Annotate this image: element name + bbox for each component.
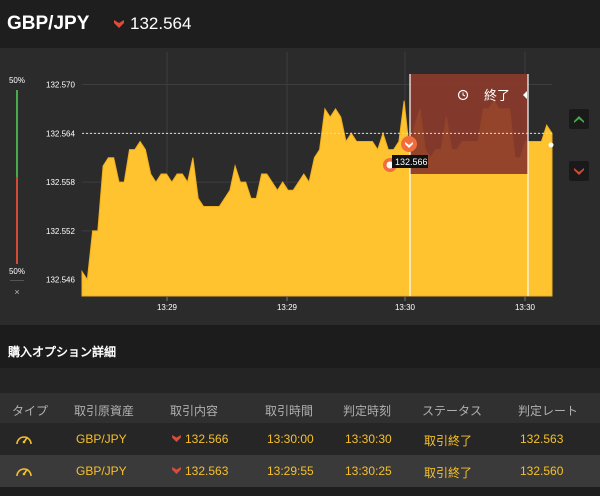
pair-title: GBP/JPY	[7, 13, 90, 34]
row-content: 132.566	[185, 432, 229, 446]
col-judge-time: 判定時刻	[343, 404, 392, 418]
x-tick-label: 13:29	[157, 303, 178, 312]
down-arrow-icon	[172, 435, 181, 442]
row-asset: GBP/JPY	[76, 432, 127, 446]
col-type: タイプ	[12, 404, 49, 418]
current-rate-dot	[548, 142, 554, 148]
row-content: 132.563	[185, 464, 229, 478]
x-tick-label: 13:30	[395, 303, 416, 312]
col-trade-time: 取引時間	[265, 404, 314, 418]
row-trade-time: 13:29:55	[267, 464, 314, 478]
rate-chart: 終了 132.570 132.564 132.558 132.552 132.546 1…	[46, 52, 554, 312]
gauge-icon	[16, 436, 32, 445]
up-arrow-icon	[574, 116, 584, 123]
row-judge-time: 13:30:30	[345, 432, 392, 446]
table-row[interactable]: GBP/JPY 132.566 13:30:00 13:30:30 取引終了 1…	[0, 423, 600, 455]
current-rate: 132.564	[130, 14, 192, 33]
y-tick-label: 132.546	[46, 276, 75, 285]
x-tick-label: 13:30	[515, 303, 536, 312]
y-axis-ticks: 132.570 132.564 132.558 132.552 132.546	[46, 81, 75, 285]
row-judge-rate: 132.560	[520, 464, 564, 478]
marker-rate-label: 132.566	[395, 157, 428, 167]
section-title: 購入オプション詳細	[8, 345, 117, 359]
down-arrow-icon	[574, 168, 584, 175]
col-judge-rate: 判定レート	[518, 404, 579, 418]
table-header: タイプ 取引原資産 取引内容 取引時間 判定時刻 ステータス 判定レート	[0, 393, 600, 423]
y-tick-label: 132.558	[46, 178, 75, 187]
down-arrow-icon	[172, 467, 181, 474]
row-status: 取引終了	[424, 466, 473, 480]
row-judge-rate: 132.563	[520, 432, 564, 446]
row-asset: GBP/JPY	[76, 464, 127, 478]
col-content: 取引内容	[170, 404, 219, 418]
col-status: ステータス	[422, 404, 483, 418]
row-status: 取引終了	[424, 434, 473, 448]
low-button[interactable]	[569, 161, 589, 181]
section-gap	[0, 368, 600, 393]
y-tick-label: 132.570	[46, 81, 75, 90]
y-tick-label: 132.564	[46, 129, 75, 138]
y-tick-label: 132.552	[46, 227, 75, 236]
expiry-label: 終了	[484, 88, 510, 103]
row-judge-time: 13:30:25	[345, 464, 392, 478]
table-row[interactable]: GBP/JPY 132.563 13:29:55 13:30:25 取引終了 1…	[0, 455, 600, 487]
x-tick-label: 13:29	[277, 303, 298, 312]
x-axis-ticks: 13:29 13:29 13:30 13:30	[157, 296, 536, 312]
row-trade-time: 13:30:00	[267, 432, 314, 446]
col-asset: 取引原資産	[74, 404, 135, 418]
down-arrow-icon	[114, 20, 124, 28]
trade-marker-2	[401, 136, 417, 152]
rate-header: GBP/JPY 132.564	[0, 0, 600, 48]
chart-panel: 50% 50% × 終了 132.570 132.564 132.558 132.55…	[0, 48, 600, 325]
gauge-icon	[16, 468, 32, 477]
high-button[interactable]	[569, 109, 589, 129]
section-header: 購入オプション詳細	[0, 325, 600, 368]
